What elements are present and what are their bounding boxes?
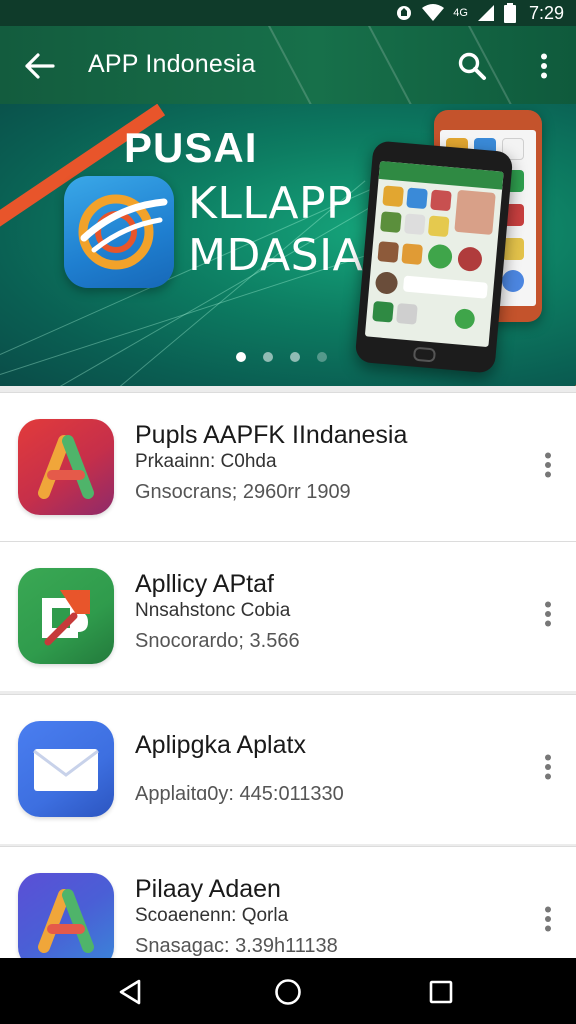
item-more-button[interactable]	[532, 747, 564, 787]
list-item[interactable]: Pilaay Adaen Scoaenenn: Qorla Snasagac: …	[0, 846, 576, 958]
app-title: Aplipgka Aplatx	[135, 731, 306, 759]
phone-illustration	[354, 140, 514, 374]
carousel-dot[interactable]	[290, 352, 300, 362]
list-item[interactable]: Pupls AAPFK IIndanesia Prkaainn: C0hda G…	[0, 392, 576, 542]
swirl-logo-icon	[78, 194, 168, 270]
banner-headline: KLLAPP MDASIA	[188, 178, 363, 282]
more-options-button[interactable]	[526, 46, 562, 86]
back-button[interactable]	[20, 46, 60, 86]
banner-headline-line: KLLAPP	[188, 178, 354, 229]
item-more-button[interactable]	[532, 594, 564, 634]
banner-title: PUSAI	[124, 124, 258, 171]
search-button[interactable]	[452, 46, 492, 86]
signal-icon	[477, 4, 495, 22]
carousel-dot[interactable]	[317, 352, 327, 362]
app-subtitle: Nnsahstonc Cobia	[135, 600, 291, 621]
more-vert-icon	[545, 906, 551, 932]
app-title: Apllicy APtaf	[135, 570, 274, 598]
app-bar-decoration	[353, 26, 449, 104]
phone-screen	[364, 160, 504, 348]
list-item[interactable]: Apllicy APtaf Nnsahstonc Cobia Snocorard…	[0, 541, 576, 691]
nav-home-icon	[275, 979, 301, 1005]
item-more-button[interactable]	[532, 445, 564, 485]
app-title: Pilaay Adaen	[135, 875, 281, 903]
puzzle-arrow-icon	[42, 590, 90, 646]
arrow-back-icon	[25, 53, 55, 79]
nav-recents-icon	[429, 980, 453, 1004]
app-icon	[18, 721, 114, 817]
stylized-a-icon	[38, 435, 94, 499]
app-list: Pupls AAPFK IIndanesia Prkaainn: C0hda G…	[0, 386, 576, 958]
phone-home-button	[412, 346, 437, 363]
search-icon	[458, 52, 486, 80]
item-more-button[interactable]	[532, 899, 564, 939]
notification-icon	[395, 4, 413, 22]
nav-back-button[interactable]	[110, 972, 150, 1012]
more-vert-icon	[545, 601, 551, 627]
app-icon	[18, 568, 114, 664]
more-vert-icon	[545, 754, 551, 780]
app-meta: Snocorardo; 3.566	[135, 630, 300, 652]
mail-icon	[33, 749, 99, 791]
app-icon	[18, 419, 114, 515]
app-bar: APP Indonesia	[0, 26, 576, 104]
status-bar: 4G 7:29	[0, 0, 576, 26]
battery-icon	[503, 3, 516, 23]
app-subtitle: Prkaainn: C0hda	[135, 451, 277, 472]
app-meta: Applaitɑ0y: 445:011330	[135, 783, 344, 805]
page-title: APP Indonesia	[88, 50, 256, 78]
app-title: Pupls AAPFK IIndanesia	[135, 421, 408, 449]
list-item[interactable]: Aplipgka Aplatx Applaitɑ0y: 445:011330	[0, 694, 576, 844]
carousel-dot[interactable]	[236, 352, 246, 362]
network-label: 4G	[453, 7, 468, 19]
more-vert-icon	[545, 452, 551, 478]
app-icon	[18, 873, 114, 958]
nav-back-icon	[119, 979, 141, 1005]
carousel-indicator[interactable]	[236, 352, 327, 362]
banner-app-logo	[64, 176, 174, 288]
app-meta: Snasagac: 3.39h11138	[135, 935, 338, 957]
system-nav-bar	[0, 958, 576, 1024]
promo-banner[interactable]: PUSAI KLLAPP MDASIA	[0, 104, 576, 386]
nav-home-button[interactable]	[268, 972, 308, 1012]
app-meta: Gnsocrans; 2960rr 1909	[135, 481, 351, 503]
nav-recents-button[interactable]	[421, 972, 461, 1012]
banner-headline-line: MDASIA	[188, 230, 364, 281]
status-time: 7:29	[528, 2, 564, 23]
carousel-dot[interactable]	[263, 352, 273, 362]
app-subtitle: Scoaenenn: Qorla	[135, 905, 289, 926]
app-bar-decoration	[253, 26, 349, 104]
more-vert-icon	[541, 53, 547, 79]
wifi-icon	[422, 4, 445, 22]
stylized-a-icon	[38, 889, 94, 953]
